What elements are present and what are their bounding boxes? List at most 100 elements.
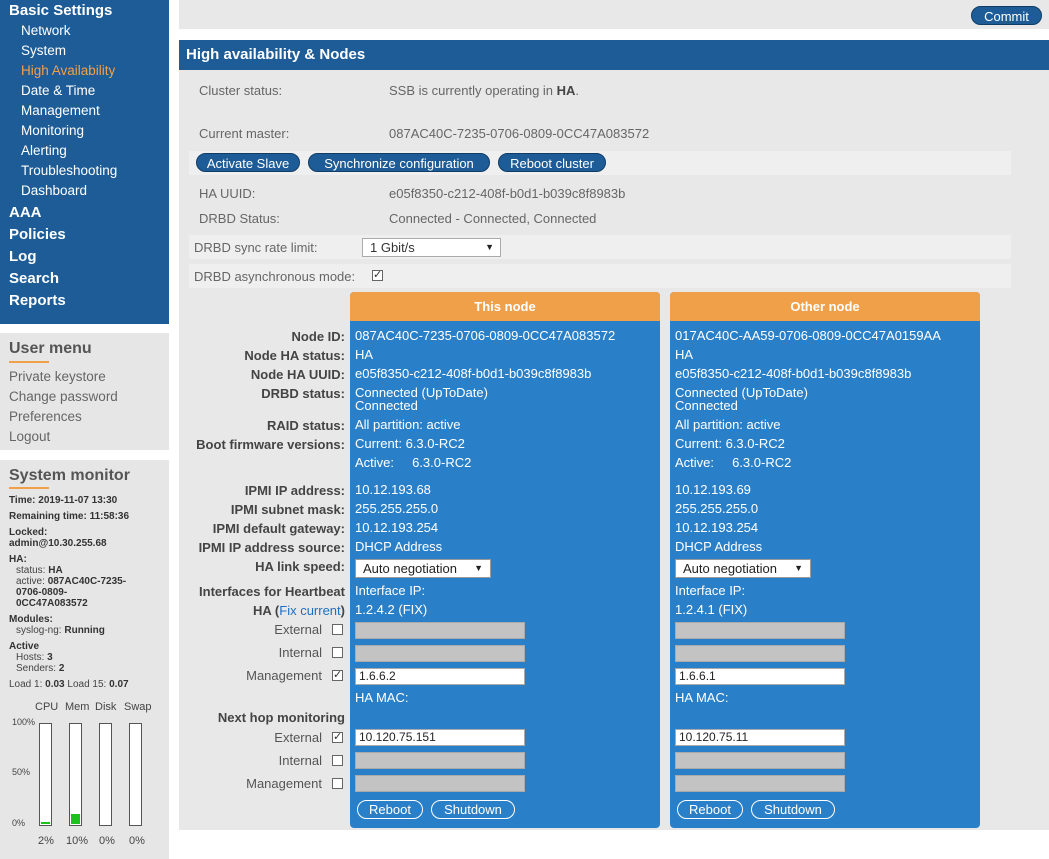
sysmon-active-label: Active <box>9 641 40 652</box>
nav-basic-settings[interactable]: Basic Settings <box>9 2 112 20</box>
disk-percent: 0% <box>99 835 115 847</box>
nav-reports[interactable]: Reports <box>9 292 66 310</box>
sysmon-load: Load 1: 0.03 Load 15: 0.07 <box>9 679 129 690</box>
label-ha-fix-current: HA (Fix current) <box>253 603 345 618</box>
this-node-ha-status: HA <box>355 347 374 362</box>
next-hop-external-checkbox[interactable]: ✓ <box>332 732 343 743</box>
this-node-management-ip-input[interactable]: 1.6.6.2 <box>355 668 525 685</box>
other-node-ha-status: HA <box>675 347 694 362</box>
sysmon-ha-active-3: 0CC47A083572 <box>16 598 88 609</box>
system-monitor-panel: System monitor Time: 2019-11-07 13:30 Re… <box>0 460 169 859</box>
this-node-link-speed-select[interactable]: Auto negotiation ▼ <box>355 559 491 578</box>
sysmon-senders: Senders: 2 <box>16 663 65 674</box>
nav-item-dashboard[interactable]: Dashboard <box>21 182 87 200</box>
title-underline <box>9 361 49 363</box>
other-node-next-hop-external-input[interactable]: 10.120.75.11 <box>675 729 845 746</box>
nav-item-date-time[interactable]: Date & Time <box>21 82 95 100</box>
other-node-management-ip-input[interactable]: 1.6.6.1 <box>675 668 845 685</box>
ha-uuid-value: e05f8350-c212-408f-b0d1-b039c8f8983b <box>389 186 626 201</box>
label-next-hop: Next hop monitoring <box>217 710 345 725</box>
nav-log[interactable]: Log <box>9 248 37 266</box>
next-hop-management-checkbox[interactable] <box>332 778 343 789</box>
this-node-external-ip-input[interactable] <box>355 622 525 639</box>
management-checkbox[interactable]: ✓ <box>332 670 343 681</box>
this-node-shutdown-button[interactable]: Shutdown <box>431 800 515 819</box>
this-node-next-hop-external-input[interactable]: 10.120.75.151 <box>355 729 525 746</box>
bar-header-cpu: CPU <box>35 701 59 713</box>
nav-policies[interactable]: Policies <box>9 226 66 244</box>
chevron-down-icon: ▼ <box>794 563 803 573</box>
drbd-sync-select[interactable]: 1 Gbit/s ▼ <box>362 238 501 257</box>
next-hop-internal-checkbox[interactable] <box>332 755 343 766</box>
nav-item-network[interactable]: Network <box>21 22 71 40</box>
other-node-link-speed-select[interactable]: Auto negotiation ▼ <box>675 559 811 578</box>
main-navigation: Basic Settings Network System High Avail… <box>0 0 169 324</box>
this-node-ipmi-mask: 255.255.255.0 <box>355 501 439 516</box>
this-node-fw-active: Active: 6.3.0-RC2 <box>355 455 472 470</box>
cpu-bar <box>39 723 52 826</box>
label-internal: Internal <box>278 645 322 660</box>
this-node-reboot-button[interactable]: Reboot <box>357 800 423 819</box>
this-node-next-hop-internal-input[interactable] <box>355 752 525 769</box>
label-next-hop-internal: Internal <box>278 753 322 768</box>
other-node-internal-ip-input[interactable] <box>675 645 845 662</box>
nav-item-monitoring[interactable]: Monitoring <box>21 122 84 140</box>
other-node-fw-current: Current: 6.3.0-RC2 <box>675 436 785 451</box>
user-menu-logout[interactable]: Logout <box>9 429 50 444</box>
label-next-hop-management: Management <box>246 776 322 791</box>
nav-item-system[interactable]: System <box>21 42 66 60</box>
cpu-percent: 2% <box>38 835 54 847</box>
chevron-down-icon: ▼ <box>474 563 483 573</box>
nav-aaa[interactable]: AAA <box>9 204 42 222</box>
label-boot-firmware: Boot firmware versions: <box>196 437 345 452</box>
other-node-drbd-2: Connected <box>675 398 738 413</box>
label-node-ha-uuid: Node HA UUID: <box>250 367 345 382</box>
commit-button[interactable]: Commit <box>971 6 1042 25</box>
other-node-next-hop-internal-input[interactable] <box>675 752 845 769</box>
this-node-id: 087AC40C-7235-0706-0809-0CC47A083572 <box>355 328 616 343</box>
sysmon-time: Time: 2019-11-07 13:30 <box>9 495 118 506</box>
mem-bar <box>69 723 82 826</box>
y-tick-100: 100% <box>12 717 36 727</box>
this-node-drbd-2: Connected <box>355 398 418 413</box>
label-external: External <box>274 622 322 637</box>
y-tick-50: 50% <box>12 767 31 777</box>
this-node-ha-uuid: e05f8350-c212-408f-b0d1-b039c8f8983b <box>355 366 592 381</box>
sysmon-modules-label: Modules: <box>9 614 53 625</box>
cluster-status-value: SSB is currently operating in HA. <box>389 83 580 98</box>
reboot-cluster-button[interactable]: Reboot cluster <box>498 153 606 172</box>
this-node-internal-ip-input[interactable] <box>355 645 525 662</box>
other-node-reboot-button[interactable]: Reboot <box>677 800 743 819</box>
other-node-ha-ip: 1.2.4.1 (FIX) <box>675 602 748 617</box>
external-checkbox[interactable] <box>332 624 343 635</box>
label-ipmi-ip: IPMI IP address: <box>244 483 345 498</box>
nav-item-high-availability[interactable]: High Availability <box>21 62 115 80</box>
user-menu-private-keystore[interactable]: Private keystore <box>9 369 106 384</box>
internal-checkbox[interactable] <box>332 647 343 658</box>
nav-item-alerting[interactable]: Alerting <box>21 142 67 160</box>
fix-current-link[interactable]: Fix current <box>279 603 340 618</box>
this-node-header: This node <box>350 292 660 321</box>
other-node-interface-ip-label: Interface IP: <box>675 583 746 598</box>
other-node-external-ip-input[interactable] <box>675 622 845 639</box>
user-menu-change-password[interactable]: Change password <box>9 389 118 404</box>
user-menu-preferences[interactable]: Preferences <box>9 409 82 424</box>
this-node-fw-current: Current: 6.3.0-RC2 <box>355 436 465 451</box>
this-node-next-hop-management-input[interactable] <box>355 775 525 792</box>
sysmon-locked-value: admin@10.30.255.68 <box>9 538 107 549</box>
label-ipmi-gateway: IPMI default gateway: <box>212 521 345 536</box>
nav-item-troubleshooting[interactable]: Troubleshooting <box>21 162 117 180</box>
this-node-raid: All partition: active <box>355 417 461 432</box>
other-node-ha-uuid: e05f8350-c212-408f-b0d1-b039c8f8983b <box>675 366 912 381</box>
other-node-ipmi-mask: 255.255.255.0 <box>675 501 759 516</box>
other-node-next-hop-management-input[interactable] <box>675 775 845 792</box>
this-node-ipmi-gw: 10.12.193.254 <box>355 520 439 535</box>
other-node-ipmi-src: DHCP Address <box>675 539 763 554</box>
bar-header-disk: Disk <box>95 701 117 713</box>
drbd-async-checkbox[interactable]: ✓ <box>372 270 383 281</box>
nav-search[interactable]: Search <box>9 270 59 288</box>
nav-item-management[interactable]: Management <box>21 102 100 120</box>
other-node-id: 017AC40C-AA59-0706-0809-0CC47A0159AA <box>675 328 941 343</box>
this-node-ipmi-ip: 10.12.193.68 <box>355 482 431 497</box>
other-node-shutdown-button[interactable]: Shutdown <box>751 800 835 819</box>
